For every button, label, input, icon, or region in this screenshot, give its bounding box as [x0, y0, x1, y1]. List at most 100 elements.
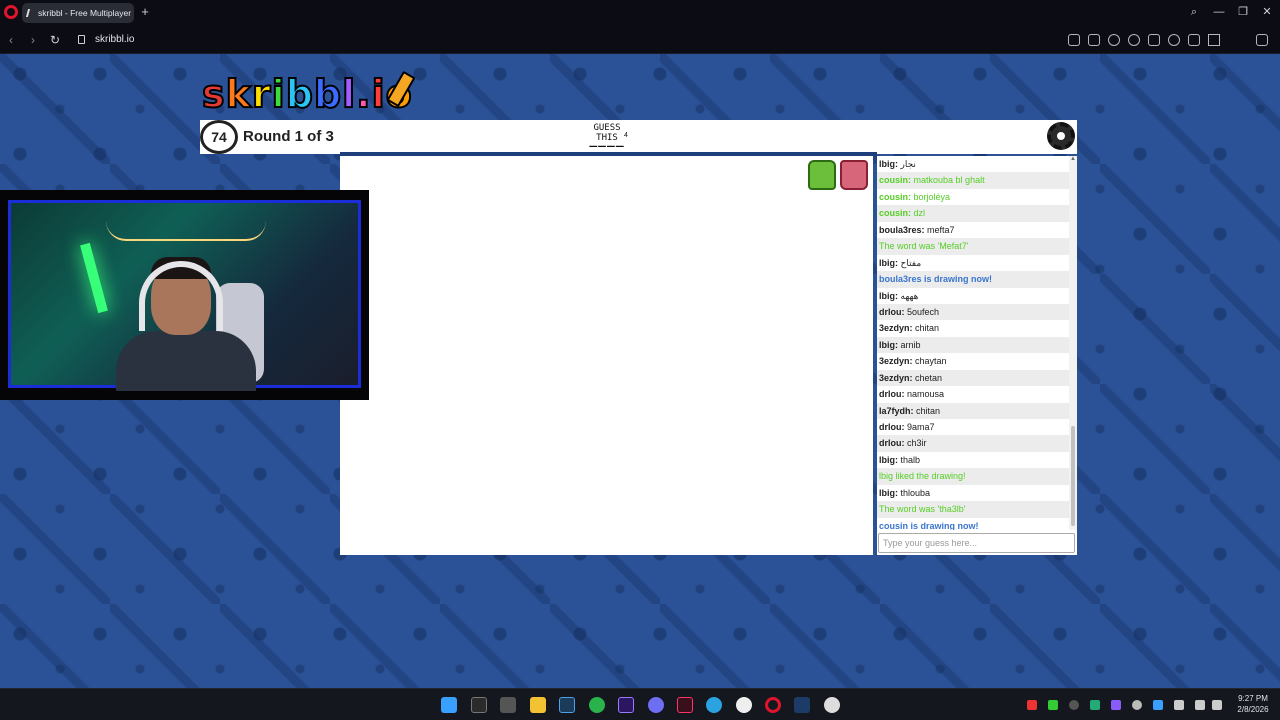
chat-message: lbig: هههه [877, 288, 1069, 304]
minimize-button[interactable]: — [1211, 4, 1227, 20]
taskbar-clock[interactable]: 9:27 PM 2/8/2026 [1228, 693, 1278, 715]
premiere-icon[interactable] [618, 697, 634, 713]
chat-text: cousin is drawing now! [879, 520, 979, 530]
vpn-icon[interactable] [1128, 34, 1140, 46]
game-top-bar: 74 Round 1 of 3 GUESS THIS ____ 4 [200, 120, 1077, 154]
chat-message: 3ezdyn: chitan [877, 320, 1069, 336]
chat-message: The word was 'tha3lb' [877, 501, 1069, 518]
chat-message: The word was 'Mefat7' [877, 238, 1069, 255]
thumbs-up-icon[interactable] [808, 160, 836, 190]
xbox-icon[interactable] [589, 697, 605, 713]
settings-gear-icon[interactable] [1047, 122, 1075, 150]
shield-icon[interactable] [1108, 34, 1120, 46]
chat-message: lbig: arnib [877, 336, 1069, 354]
tray-green-icon[interactable] [1090, 700, 1100, 710]
chat-text: 5oufech [907, 306, 940, 317]
epic-games-icon[interactable] [471, 697, 487, 713]
forward-icon[interactable]: › [26, 32, 40, 48]
scroll-thumb[interactable] [1071, 426, 1075, 526]
reload-icon[interactable]: ↻ [48, 32, 62, 48]
tray-settings-icon[interactable] [1132, 700, 1142, 710]
play-icon[interactable] [1148, 34, 1160, 46]
lightroom-icon[interactable] [559, 697, 575, 713]
chat-username: cousin: [879, 175, 912, 186]
volume-icon[interactable] [1212, 700, 1222, 710]
network-icon[interactable] [1195, 700, 1205, 710]
chat-username: boula3res: [879, 224, 925, 235]
chat-username: lbig: [879, 290, 898, 301]
discord-icon[interactable] [648, 697, 664, 713]
neon-light [80, 242, 108, 314]
chat-guess-input[interactable] [878, 533, 1075, 553]
logo-letter: . [355, 71, 372, 117]
lock-icon [78, 35, 85, 44]
microphone-icon[interactable] [1174, 700, 1184, 710]
heart-icon[interactable] [1168, 34, 1180, 46]
camera-icon[interactable] [1088, 34, 1100, 46]
skribbl-logo: skribbl.io [201, 71, 413, 117]
resolve-icon[interactable] [500, 697, 516, 713]
chat-message: cousin is drawing now! [877, 518, 1069, 530]
chrome-icon[interactable] [824, 697, 840, 713]
back-icon[interactable]: ‹ [4, 32, 18, 48]
start-menu-icon[interactable] [441, 697, 457, 713]
chat-message: 3ezdyn: chetan [877, 369, 1069, 387]
streamer-body [116, 331, 256, 391]
steam-icon[interactable] [794, 697, 810, 713]
chat-text: thalb [900, 454, 921, 465]
chat-text: The word was 'tha3lb' [879, 504, 966, 515]
timer-clock-icon: 74 [200, 120, 238, 154]
chat-text: borjoléya [913, 191, 951, 202]
url-field[interactable]: skribbl.io [95, 33, 134, 47]
logo-letter: b [313, 71, 343, 117]
chat-text: The word was 'Mefat7' [879, 241, 969, 252]
chat-message: cousin: borjoléya [877, 189, 1069, 205]
maximize-button[interactable]: ❐ [1235, 4, 1251, 20]
chat-text: مفتاح [900, 257, 922, 268]
menu-icon[interactable] [1208, 34, 1220, 46]
chat-text: matkouba bl ghalt [913, 175, 985, 186]
chat-scrollbar[interactable]: ▲ [1069, 156, 1077, 530]
chat-message: lbig liked the drawing! [877, 468, 1069, 485]
chat-text: lbig liked the drawing! [879, 471, 966, 482]
tray-defender-icon[interactable] [1153, 700, 1163, 710]
chat-username: drlou: [879, 306, 905, 317]
fairy-lights [106, 221, 266, 241]
download-icon[interactable] [1188, 34, 1200, 46]
chat-text: arnib [900, 339, 921, 350]
chat-message: drlou: 5oufech [877, 303, 1069, 321]
wallet-icon[interactable] [1256, 34, 1268, 46]
telegram-icon[interactable] [706, 697, 722, 713]
scroll-up-icon[interactable]: ▲ [1069, 156, 1077, 164]
skribbl-page: skribbl.io 74 Round 1 of 3 GUESS THIS __… [0, 54, 1280, 688]
search-tabs-icon[interactable]: ⌕ [1186, 4, 1202, 20]
close-window-button[interactable]: ✕ [1259, 4, 1275, 20]
logo-letter: i [271, 71, 286, 117]
vegas-icon[interactable] [677, 697, 693, 713]
tab-title: skribbl - Free Multiplayer [38, 8, 132, 18]
new-tab-button[interactable]: + [139, 5, 151, 19]
browser-tab-bar: skribbl - Free Multiplayer + ⌕ — ❐ ✕ [0, 0, 1280, 26]
tray-purple-icon[interactable] [1111, 700, 1121, 710]
chat-username: la7fydh: [879, 405, 914, 416]
chat-message: boula3res: mefta7 [877, 222, 1069, 238]
chat-username: 3ezdyn: [879, 356, 913, 367]
tray-nvidia-icon[interactable] [1048, 700, 1058, 710]
word-length: 4 [624, 132, 628, 139]
obs-icon[interactable] [736, 697, 752, 713]
chat-username: drlou: [879, 389, 905, 400]
chat-text: chitan [915, 323, 940, 334]
browser-tab[interactable]: skribbl - Free Multiplayer [22, 3, 134, 23]
chat-message: drlou: ch3ir [877, 435, 1069, 452]
opera-logo-icon[interactable] [4, 5, 18, 19]
taskbar-date: 2/8/2026 [1237, 705, 1269, 714]
thumbs-down-icon[interactable] [840, 160, 868, 190]
tray-app-icon[interactable] [1069, 700, 1079, 710]
file-explorer-icon[interactable] [530, 697, 546, 713]
round-indicator: Round 1 of 3 [243, 128, 334, 145]
edit-icon[interactable] [1068, 34, 1080, 46]
drawing-canvas[interactable] [340, 156, 873, 555]
opera-taskbar-icon[interactable] [765, 697, 781, 713]
logo-letter: b [285, 71, 314, 117]
tray-antivirus-icon[interactable] [1027, 700, 1037, 710]
